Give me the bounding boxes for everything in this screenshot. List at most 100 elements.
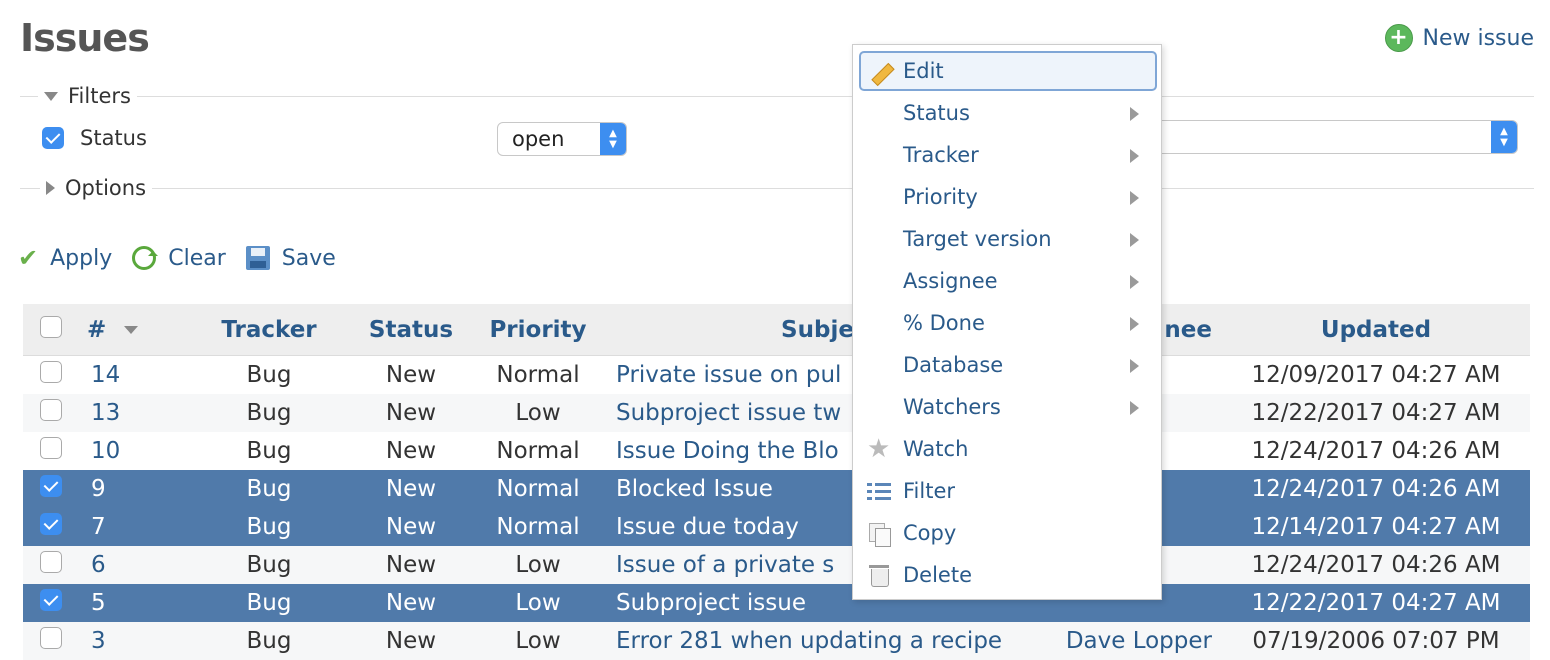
issue-tracker: Bug bbox=[188, 508, 350, 546]
filters-legend: Filters bbox=[68, 84, 131, 108]
filters-toggle[interactable]: Filters bbox=[38, 84, 137, 108]
context-menu-label: Assignee bbox=[903, 269, 998, 293]
add-filter-select[interactable]: ▲ ▼ bbox=[1150, 120, 1518, 154]
options-legend: Options bbox=[65, 176, 147, 200]
query-actions: ✔ Apply Clear Save bbox=[18, 244, 356, 272]
checkmark-icon: ✔ bbox=[18, 244, 39, 272]
issue-status: New bbox=[350, 394, 472, 432]
context-menu-label: Edit bbox=[903, 59, 944, 83]
context-menu-label: Filter bbox=[903, 479, 956, 503]
context-menu-label: Database bbox=[903, 353, 1004, 377]
row-checkbox[interactable] bbox=[40, 361, 62, 383]
table-row[interactable]: 5 Bug New Low Subproject issue 12/22/2017 04:… bbox=[23, 584, 1530, 622]
issue-assignee-link[interactable]: Dave Lopper bbox=[1066, 628, 1212, 654]
issue-priority: Normal bbox=[472, 355, 604, 394]
table-row[interactable]: 14 Bug New Normal Private issue on pul 12/09/… bbox=[23, 355, 1530, 394]
issue-id-link[interactable]: 10 bbox=[91, 438, 120, 464]
issue-priority: Normal bbox=[472, 508, 604, 546]
clear-label: Clear bbox=[168, 245, 226, 271]
context-menu: Edit Status Tracker Priority Target version A… bbox=[852, 44, 1162, 600]
issue-subject-link[interactable]: Issue Doing the Blo bbox=[616, 438, 839, 464]
context-menu-label: Watchers bbox=[903, 395, 1001, 419]
row-checkbox-cell bbox=[23, 470, 79, 508]
context-menu-item-filter[interactable]: Filter bbox=[859, 471, 1157, 511]
expand-triangle-icon bbox=[46, 181, 55, 195]
row-checkbox[interactable] bbox=[40, 627, 62, 649]
issue-subject-link[interactable]: Issue due today bbox=[616, 514, 799, 540]
table-row[interactable]: 13 Bug New Low Subproject issue tw 12/22/2017… bbox=[23, 394, 1530, 432]
status-operator-select[interactable]: open ▲ ▼ bbox=[497, 122, 627, 156]
row-checkbox[interactable] bbox=[40, 589, 62, 611]
table-row[interactable]: 9 Bug New Normal Blocked Issue 12/24/2017 04:… bbox=[23, 470, 1530, 508]
context-menu-item-assignee[interactable]: Assignee bbox=[859, 261, 1157, 301]
select-all-checkbox[interactable] bbox=[40, 315, 62, 338]
status-filter-checkbox[interactable] bbox=[42, 127, 64, 149]
row-checkbox[interactable] bbox=[40, 551, 62, 573]
issue-id-cell: 14 bbox=[79, 355, 188, 394]
issue-subject-link[interactable]: Private issue on pul bbox=[616, 362, 841, 388]
row-checkbox-cell bbox=[23, 584, 79, 622]
select-all-header bbox=[23, 304, 79, 356]
table-row[interactable]: 3 Bug New Low Error 281 when updating a reci… bbox=[23, 622, 1530, 660]
row-checkbox[interactable] bbox=[40, 437, 62, 459]
pencil-icon bbox=[869, 61, 893, 85]
submenu-arrow-icon bbox=[1130, 401, 1139, 415]
context-menu-item-edit[interactable]: Edit bbox=[859, 51, 1157, 91]
apply-button[interactable]: ✔ Apply bbox=[18, 244, 112, 272]
issue-assignee-cell: Dave Lopper bbox=[1031, 622, 1222, 660]
issue-status: New bbox=[350, 470, 472, 508]
context-menu-item-delete[interactable]: Delete bbox=[859, 555, 1157, 595]
issue-subject-link[interactable]: Subproject issue tw bbox=[616, 400, 841, 426]
context-menu-label: Copy bbox=[903, 521, 957, 545]
issue-id-link[interactable]: 9 bbox=[91, 476, 106, 502]
row-checkbox-cell bbox=[23, 622, 79, 660]
issue-subject-link[interactable]: Issue of a private s bbox=[616, 552, 834, 578]
issue-status: New bbox=[350, 584, 472, 622]
issue-id-cell: 9 bbox=[79, 470, 188, 508]
issue-id-link[interactable]: 5 bbox=[91, 590, 106, 616]
issue-id-cell: 10 bbox=[79, 432, 188, 470]
issue-subject-link[interactable]: Blocked Issue bbox=[616, 476, 773, 502]
col-updated[interactable]: Updated bbox=[1222, 304, 1530, 356]
context-menu-label: Delete bbox=[903, 563, 972, 587]
issue-id-link[interactable]: 14 bbox=[91, 362, 120, 388]
col-id[interactable]: # bbox=[79, 304, 188, 356]
context-menu-item-done[interactable]: % Done bbox=[859, 303, 1157, 343]
context-menu-item-database[interactable]: Database bbox=[859, 345, 1157, 385]
col-tracker[interactable]: Tracker bbox=[188, 304, 350, 356]
issue-id-cell: 13 bbox=[79, 394, 188, 432]
save-button[interactable]: Save bbox=[245, 245, 336, 271]
table-row[interactable]: 10 Bug New Normal Issue Doing the Blo 12/24/2… bbox=[23, 432, 1530, 470]
issue-id-link[interactable]: 7 bbox=[91, 514, 106, 540]
options-toggle[interactable]: Options bbox=[40, 176, 153, 200]
apply-label: Apply bbox=[50, 245, 113, 271]
issue-status: New bbox=[350, 508, 472, 546]
table-row[interactable]: 6 Bug New Low Issue of a private s 12/24/2017… bbox=[23, 546, 1530, 584]
row-checkbox-cell bbox=[23, 355, 79, 394]
col-status[interactable]: Status bbox=[350, 304, 472, 356]
table-row[interactable]: 7 Bug New Normal Issue due today 12/14/2017 0… bbox=[23, 508, 1530, 546]
row-checkbox[interactable] bbox=[40, 399, 62, 421]
issue-subject-cell: Error 281 when updating a recipe bbox=[604, 622, 1031, 660]
row-checkbox[interactable] bbox=[40, 513, 62, 535]
filter-list-icon bbox=[867, 479, 891, 503]
issue-subject-link[interactable]: Subproject issue bbox=[616, 590, 806, 616]
star-icon: ★ bbox=[867, 434, 891, 464]
issue-id-cell: 5 bbox=[79, 584, 188, 622]
clear-button[interactable]: Clear bbox=[132, 246, 226, 271]
context-menu-item-tracker[interactable]: Tracker bbox=[859, 135, 1157, 175]
context-menu-item-watchers[interactable]: Watchers bbox=[859, 387, 1157, 427]
save-label: Save bbox=[281, 245, 336, 271]
context-menu-item-watch[interactable]: ★ Watch bbox=[859, 429, 1157, 469]
col-priority[interactable]: Priority bbox=[472, 304, 604, 356]
context-menu-item-copy[interactable]: Copy bbox=[859, 513, 1157, 553]
context-menu-item-status[interactable]: Status bbox=[859, 93, 1157, 133]
context-menu-item-target-version[interactable]: Target version bbox=[859, 219, 1157, 259]
context-menu-item-priority[interactable]: Priority bbox=[859, 177, 1157, 217]
row-checkbox[interactable] bbox=[40, 475, 62, 497]
new-issue-link[interactable]: + New issue bbox=[1384, 24, 1534, 52]
issue-id-link[interactable]: 13 bbox=[91, 400, 120, 426]
issue-id-link[interactable]: 3 bbox=[91, 628, 106, 654]
issue-subject-link[interactable]: Error 281 when updating a recipe bbox=[616, 628, 1002, 654]
issue-id-link[interactable]: 6 bbox=[91, 552, 106, 578]
